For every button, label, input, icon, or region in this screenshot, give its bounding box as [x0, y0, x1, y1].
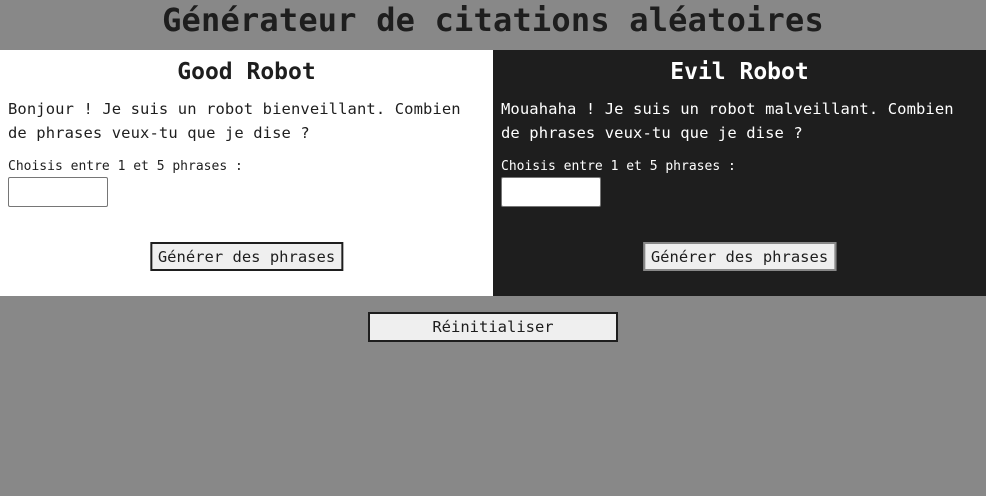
robot-panels: Good Robot Bonjour ! Je suis un robot bi… — [0, 50, 986, 296]
evil-robot-panel: Evil Robot Mouahaha ! Je suis un robot m… — [493, 50, 986, 296]
good-robot-count-input[interactable] — [8, 177, 108, 207]
reset-row: Réinitialiser — [0, 296, 986, 496]
evil-robot-title: Evil Robot — [670, 59, 809, 85]
page-title: Générateur de citations aléatoires — [162, 1, 824, 39]
evil-robot-count-label: Choisis entre 1 et 5 phrases : — [501, 159, 736, 174]
good-robot-intro: Bonjour ! Je suis un robot bienveillant.… — [8, 100, 461, 142]
evil-robot-generate-button[interactable]: Générer des phrases — [642, 242, 837, 271]
good-robot-count-label: Choisis entre 1 et 5 phrases : — [8, 159, 243, 174]
good-robot-panel: Good Robot Bonjour ! Je suis un robot bi… — [0, 50, 493, 296]
reset-button[interactable]: Réinitialiser — [368, 312, 618, 342]
evil-robot-count-input[interactable] — [501, 177, 601, 207]
good-robot-title: Good Robot — [177, 59, 316, 85]
good-robot-generate-button[interactable]: Générer des phrases — [149, 242, 344, 271]
evil-robot-intro: Mouahaha ! Je suis un robot malveillant.… — [501, 100, 954, 142]
